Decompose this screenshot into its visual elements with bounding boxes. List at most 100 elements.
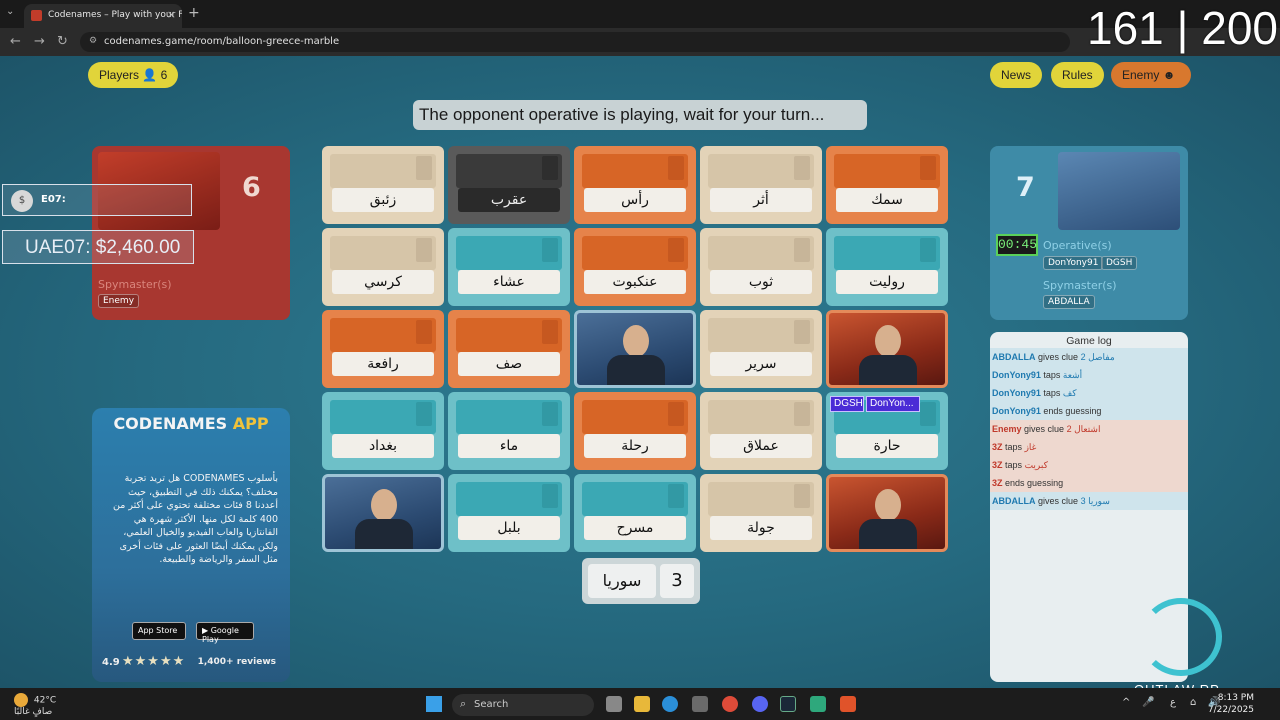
card-word: روليت — [836, 270, 938, 294]
reload-icon[interactable]: ↻ — [57, 34, 68, 49]
news-label: News — [1001, 68, 1032, 82]
back-icon[interactable]: ← — [10, 34, 21, 49]
steam-icon[interactable] — [780, 696, 796, 712]
revealed-agent-card[interactable] — [322, 474, 444, 552]
word-card[interactable]: أثر — [700, 146, 822, 224]
google-play-badge[interactable]: ▶ Google Play — [196, 622, 254, 644]
log-detail: أشعة — [1062, 370, 1083, 380]
word-card[interactable]: رافعة — [322, 310, 444, 388]
card-figure-icon — [542, 156, 558, 180]
word-card[interactable]: عملاق — [700, 392, 822, 470]
user-menu-button[interactable]: Enemy ☻ — [1111, 62, 1191, 88]
ad-title-main: CODENAMES — [113, 414, 228, 433]
word-card[interactable]: سرير — [700, 310, 822, 388]
word-card[interactable]: بغداد — [322, 392, 444, 470]
blue-team-panel: 7 00:45 Operative(s) DonYony91 DGSH Spym… — [990, 146, 1188, 320]
google-play-label: Google Play — [202, 626, 239, 644]
play-icon: ▶ — [202, 626, 209, 635]
card-word: جولة — [710, 516, 812, 540]
word-card[interactable]: ثوب — [700, 228, 822, 306]
log-action: ends guessing — [1005, 478, 1064, 488]
forward-icon[interactable]: → — [34, 34, 45, 49]
card-figure-icon — [794, 320, 810, 344]
outlaw-logo-icon — [1140, 598, 1222, 676]
word-card[interactable]: رحلة — [574, 392, 696, 470]
word-card[interactable]: عشاء — [448, 228, 570, 306]
url-field[interactable]: ⚙ codenames.game/room/balloon-greece-mar… — [80, 32, 1070, 52]
hud-balance-panel: UAE07: $2,460.00 — [2, 230, 194, 264]
log-player: ABDALLA — [992, 496, 1036, 506]
card-figure-icon — [416, 320, 432, 344]
weather-widget[interactable]: 42°C صافٍ غالبًا — [14, 693, 56, 717]
clock-date: 7/22/2025 — [1207, 705, 1254, 715]
weather-sun-icon — [14, 693, 28, 707]
word-card[interactable]: كرسي — [322, 228, 444, 306]
app-store-label: App Store — [138, 626, 178, 635]
revealed-agent-card[interactable] — [826, 474, 948, 552]
word-card[interactable]: روليت — [826, 228, 948, 306]
card-word: ثوب — [710, 270, 812, 294]
discord-icon[interactable] — [752, 696, 768, 712]
ad-stars-icon: ★★★★★ — [122, 654, 186, 669]
tab-close-icon[interactable]: × — [167, 8, 176, 21]
word-card[interactable]: مسرح — [574, 474, 696, 552]
person-icon: 👤 — [142, 68, 158, 82]
word-card[interactable]: ماء — [448, 392, 570, 470]
card-figure-icon — [416, 156, 432, 180]
blue-spymaster-tag: ABDALLA — [1043, 295, 1095, 309]
rules-button[interactable]: Rules — [1051, 62, 1104, 88]
app-store-badge[interactable]: App Store — [132, 622, 186, 640]
word-card[interactable]: زئبق — [322, 146, 444, 224]
windows-start-icon[interactable] — [426, 696, 442, 712]
chrome-icon[interactable] — [722, 696, 738, 712]
news-button[interactable]: News — [990, 62, 1043, 88]
microphone-icon[interactable]: 🎤 — [1142, 697, 1154, 708]
card-figure-icon — [416, 238, 432, 262]
agent-portrait-head — [875, 489, 901, 521]
new-tab-icon[interactable]: + — [188, 5, 200, 21]
card-word: مسرح — [584, 516, 686, 540]
codenames-app-ad[interactable]: CODENAMES APP بأسلوب CODENAMES هل تريد ت… — [92, 408, 290, 682]
edge-icon[interactable] — [662, 696, 678, 712]
game-log-entry: ABDALLA gives clue سوريا 3 — [990, 492, 1188, 510]
card-word: رحلة — [584, 434, 686, 458]
taskbar-clock[interactable]: 8:13 PM 7/22/2025 — [1208, 692, 1254, 716]
windows-taskbar: 42°C صافٍ غالبًا ⌕ Search ^ 🎤 ع ⌂ 🔊 8:13… — [0, 688, 1280, 720]
url-text: codenames.game/room/balloon-greece-marbl… — [104, 36, 340, 47]
tray-chevron-icon[interactable]: ^ — [1122, 697, 1130, 708]
card-word: بغداد — [332, 434, 434, 458]
store-icon[interactable] — [692, 696, 708, 712]
game-log-entry: 3Z taps كبريت — [990, 456, 1188, 474]
word-card[interactable]: عقرب — [448, 146, 570, 224]
task-view-icon[interactable] — [606, 696, 622, 712]
word-card[interactable]: صف — [448, 310, 570, 388]
network-icon[interactable]: ⌂ — [1190, 697, 1196, 708]
enemy-label: Enemy — [1122, 68, 1160, 82]
word-card[interactable]: جولة — [700, 474, 822, 552]
word-card[interactable]: حارة DGSH DonYon... — [826, 392, 948, 470]
card-word: عملاق — [710, 434, 812, 458]
hud-money-panel: $ E07: — [2, 184, 192, 216]
language-icon[interactable]: ع — [1170, 697, 1176, 708]
file-explorer-icon[interactable] — [634, 696, 650, 712]
browser-tab[interactable]: Codenames – Play with your Fr × — [24, 4, 182, 28]
word-card[interactable]: رأس — [574, 146, 696, 224]
tab-menu-chevron-icon[interactable]: ⌄ — [6, 6, 14, 17]
log-detail: كبريت — [1024, 460, 1048, 470]
app-icon[interactable] — [810, 696, 826, 712]
card-word: رأس — [584, 188, 686, 212]
revealed-agent-card[interactable] — [574, 310, 696, 388]
revealed-agent-card[interactable] — [826, 310, 948, 388]
agent-portrait-body — [607, 355, 665, 385]
word-card[interactable]: بلبل — [448, 474, 570, 552]
ad-title-accent: APP — [232, 414, 269, 433]
word-card[interactable]: عنكبوت — [574, 228, 696, 306]
word-card[interactable]: سمك — [826, 146, 948, 224]
card-figure-icon — [542, 484, 558, 508]
players-button[interactable]: Players 👤 6 — [88, 62, 179, 88]
agent-portrait-head — [623, 325, 649, 357]
taskbar-search[interactable]: ⌕ Search — [452, 694, 594, 716]
tab-title: Codenames – Play with your Fr — [48, 10, 182, 20]
brave-icon[interactable] — [840, 696, 856, 712]
site-info-icon[interactable]: ⚙ — [89, 36, 97, 46]
